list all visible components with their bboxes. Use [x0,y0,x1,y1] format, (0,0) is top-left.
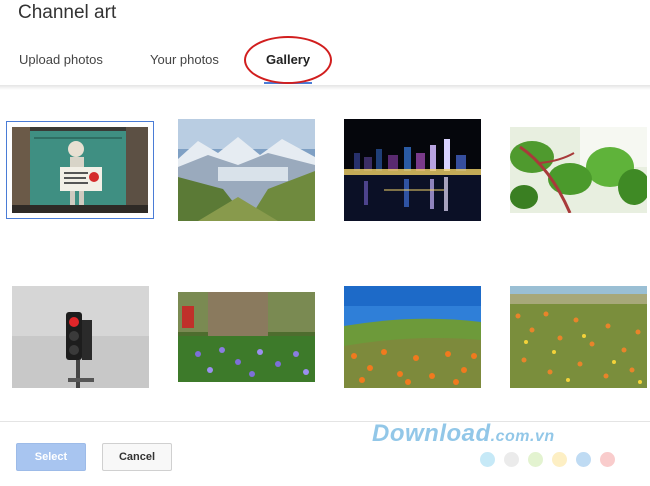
watermark-dot [576,452,591,467]
gallery-image-woodland-flowers[interactable] [178,292,315,382]
gallery-image-city-night-skyline[interactable] [344,119,481,221]
gallery-image-poppy-hill[interactable] [344,286,481,388]
dialog-title: Channel art [18,2,117,23]
cancel-button[interactable]: Cancel [102,443,172,471]
highlight-circle-annotation [244,36,332,84]
gallery-image-wildflower-field[interactable] [510,286,647,388]
tab-your-photos[interactable]: Your photos [150,52,219,67]
watermark-dot [528,452,543,467]
watermark-dot [480,452,495,467]
watermark-main: Download [372,420,491,447]
gallery-image-mountain-valley[interactable] [178,119,315,221]
header-divider [0,85,650,90]
gallery-image-graffiti-child[interactable] [12,127,148,213]
watermark-logo: Download.com.vn [372,420,555,448]
gallery-image-green-leaves[interactable] [510,127,647,213]
gallery-image-traffic-light[interactable] [12,286,149,388]
watermark-suffix: .com.vn [490,428,555,445]
watermark-dot [600,452,615,467]
watermark-dot [504,452,519,467]
tab-upload-photos[interactable]: Upload photos [19,52,103,67]
watermark-dot [552,452,567,467]
select-button[interactable]: Select [16,443,86,471]
